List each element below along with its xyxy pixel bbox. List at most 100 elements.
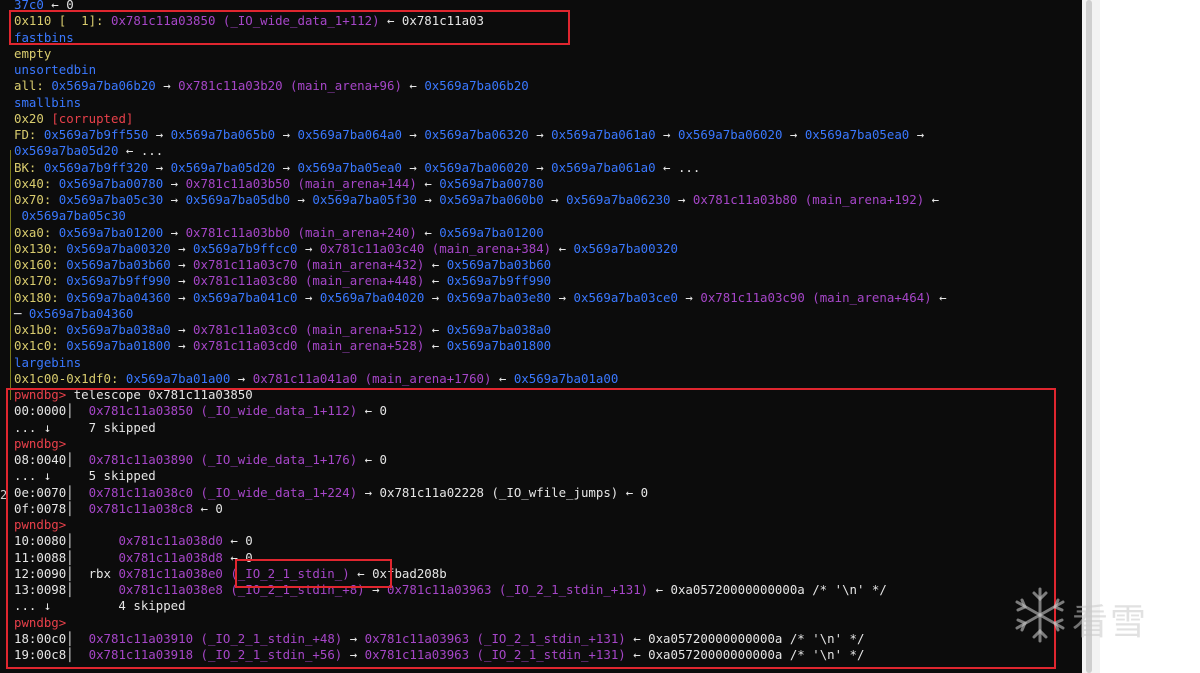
terminal-text-segment: 0x569a7ba05f30: [312, 192, 417, 207]
terminal-text-segment: 0x569a7ba061a0: [551, 127, 656, 142]
terminal-text-segment: 0x781c11a03c70 (main_arena+432): [193, 257, 425, 272]
terminal-text-segment: 0x569a7ba06230: [566, 192, 671, 207]
highlight-box-telescope-output: [6, 388, 1056, 669]
terminal-text-segment: →: [909, 127, 925, 142]
terminal-text-segment: →: [163, 224, 186, 240]
terminal-line: ─ 0x569a7ba04360: [0, 306, 1082, 322]
terminal-text-segment: →: [655, 127, 678, 142]
terminal-text-segment: 0x130:: [14, 240, 67, 256]
terminal-text-segment: →: [677, 289, 701, 305]
terminal-text-segment: ←: [491, 370, 514, 386]
watermark: 看雪: [1010, 585, 1180, 645]
terminal-text-segment: 0x569a7ba06020: [677, 127, 783, 142]
terminal-text-segment: 0x781c11a03c90 (main_arena+464): [700, 289, 932, 305]
terminal-text-segment: 0x569a7ba05c30: [58, 192, 164, 207]
terminal-text-segment: 0x569a7ba03b60: [446, 257, 552, 272]
terminal-text-segment: 0x160:: [14, 257, 67, 272]
terminal-text-segment: 0x569a7ba06320: [424, 127, 529, 142]
terminal-text-segment: ←: [416, 175, 440, 191]
terminal-text-segment: 0x569a7ba03b60: [66, 257, 171, 272]
terminal-text-segment: 0x569a7b9ff990: [446, 273, 552, 289]
terminal-text-segment: 0x781c11a03bb0 (main_arena+240): [185, 224, 417, 240]
terminal-text-segment: 0x569a7ba041c0: [193, 289, 298, 305]
terminal-text-segment: 0x1b0:: [14, 322, 67, 337]
terminal-text-segment: 0x569a7ba03e80: [446, 289, 552, 305]
terminal-text-segment: →: [170, 240, 194, 256]
terminal-text-segment: 0x569a7ba060b0: [439, 192, 544, 207]
terminal-text-segment: 0x569a7ba065b0: [170, 127, 276, 142]
terminal-text-segment: 0x569a7ba01800: [446, 338, 552, 354]
snowflake-icon: [1015, 587, 1065, 643]
terminal-text-segment: →: [163, 192, 186, 207]
terminal-text-segment: 0x569a7b9ff550: [43, 127, 149, 142]
terminal-text-segment: →: [275, 127, 298, 142]
terminal-window[interactable]: 37c0 ← 0 0x110 [ 1]: 0x781c11a03850 (_IO_…: [0, 0, 1082, 673]
terminal-line: empty: [0, 46, 1082, 62]
terminal-text-segment: 0x781c11a03b20 (main_arena+96): [178, 78, 402, 94]
terminal-text-segment: BK:: [14, 159, 44, 175]
terminal-text-segment: 0x569a7ba00320: [66, 240, 171, 256]
terminal-text-segment: 0x569a7b9ff320: [43, 159, 149, 175]
terminal-text-segment: →: [401, 159, 425, 175]
terminal-text-segment: ←: [424, 338, 447, 354]
terminal-text-segment: 0x569a7ba04020: [319, 289, 425, 305]
terminal-text-segment: ←: [401, 78, 425, 94]
terminal-text-segment: ←: [551, 240, 574, 256]
terminal-line: 0x170: 0x569a7b9ff990 → 0x781c11a03c80 (…: [0, 273, 1082, 289]
terminal-line: 0xa0: 0x569a7ba01200 → 0x781c11a03bb0 (m…: [0, 225, 1082, 241]
terminal-text-segment: 0x781c11a03b80 (main_arena+192): [692, 192, 925, 207]
terminal-line: BK: 0x569a7b9ff320 → 0x569a7ba05d20 → 0x…: [0, 160, 1082, 176]
terminal-text-segment: 0x1c00-0x1df0:: [14, 370, 126, 386]
terminal-text-segment: 0x569a7ba061a0: [551, 159, 656, 175]
terminal-line: 0x20 [corrupted]: [0, 111, 1082, 127]
terminal-line: 0x569a7ba05d20 ← ...: [0, 143, 1082, 159]
terminal-text-segment: 0x781c11a041a0 (main_arena+1760): [252, 370, 492, 386]
terminal-text-segment: →: [148, 127, 171, 142]
terminal-text-segment: 0x569a7ba04360: [28, 305, 134, 321]
terminal-text-segment: 0x569a7ba06b20: [51, 78, 156, 94]
terminal-text-segment: 0x781c11a03c40 (main_arena+384): [319, 240, 552, 256]
terminal-text-segment: all:: [14, 78, 52, 94]
terminal-text-segment: 0x569a7b9ffcc0: [193, 240, 298, 256]
terminal-text-segment: 0x180:: [14, 289, 67, 305]
terminal-text-segment: →: [670, 192, 693, 207]
terminal-text-segment: ←: [424, 257, 447, 272]
terminal-line: unsortedbin: [0, 62, 1082, 78]
terminal-text-segment: ←: [924, 192, 940, 207]
terminal-text-segment: 0x569a7ba05d20: [14, 143, 119, 159]
terminal-text-segment: →: [401, 127, 425, 142]
terminal-text-segment: →: [543, 192, 567, 207]
terminal-line: 0x180: 0x569a7ba04360 → 0x569a7ba041c0 →…: [0, 290, 1082, 306]
terminal-text-segment: 0x569a7ba05ea0: [804, 127, 910, 142]
watermark-text: 看雪: [1072, 602, 1149, 643]
terminal-line: 0x1b0: 0x569a7ba038a0 → 0x781c11a03cc0 (…: [0, 322, 1082, 338]
terminal-text-segment: ←: [424, 273, 447, 289]
terminal-text-segment: →: [170, 257, 194, 272]
scrollbar-thumb[interactable]: [1086, 0, 1092, 673]
terminal-text-segment: 0x40:: [14, 175, 59, 191]
terminal-text-segment: 0x781c11a03c80 (main_arena+448): [193, 273, 425, 289]
terminal-text-segment: →: [163, 175, 186, 191]
terminal-text-segment: →: [155, 78, 179, 94]
terminal-text-segment: →: [170, 273, 194, 289]
terminal-line: 0x40: 0x569a7ba00780 → 0x781c11a03b50 (m…: [0, 176, 1082, 192]
terminal-text-segment: ←: [931, 289, 947, 305]
terminal-text-segment: 0x569a7ba05c30: [14, 208, 126, 224]
terminal-text-segment: 0x569a7ba038a0: [446, 322, 552, 337]
terminal-text-segment: 0x569a7ba03ce0: [573, 289, 678, 305]
terminal-line: 0x569a7ba05c30: [0, 208, 1082, 224]
terminal-text-segment: 0x781c11a03cc0 (main_arena+512): [193, 322, 425, 337]
terminal-line: 0x70: 0x569a7ba05c30 → 0x569a7ba05db0 → …: [0, 192, 1082, 208]
terminal-text-segment: 0x569a7ba01a00: [125, 370, 231, 386]
terminal-text-segment: ← ...: [655, 159, 701, 175]
terminal-text-segment: →: [230, 370, 253, 386]
terminal-text-segment: →: [416, 192, 440, 207]
terminal-text-segment: 0x569a7ba00780: [58, 175, 164, 191]
terminal-text-segment: →: [551, 289, 574, 305]
right-pane: [1100, 0, 1200, 673]
terminal-text-segment: 0x20: [14, 110, 52, 126]
terminal-text-segment: →: [170, 289, 194, 305]
terminal-text-segment: 0x569a7ba00780: [439, 175, 544, 191]
terminal-text-segment: smallbins: [14, 94, 82, 110]
terminal-text-segment: 0x569a7ba01a00: [513, 370, 619, 386]
